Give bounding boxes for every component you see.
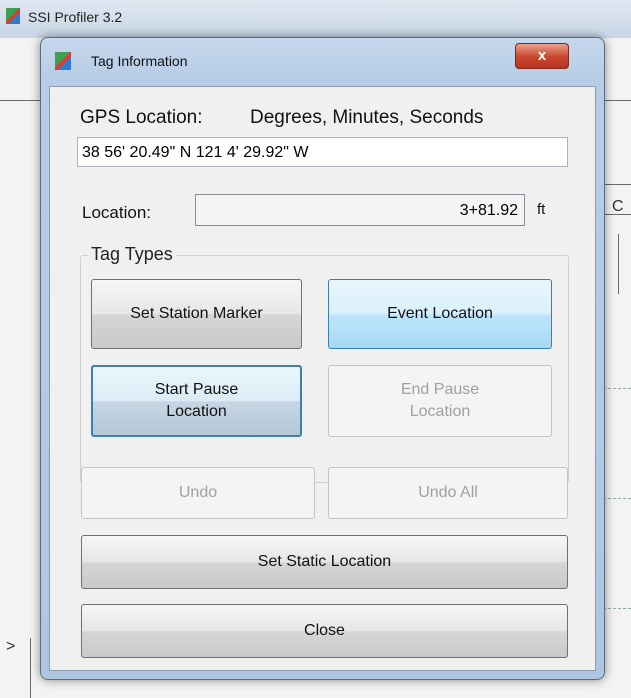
gps-location-field[interactable]: 38 56' 20.49" N 121 4' 29.92" W	[77, 137, 568, 167]
background-gridline	[603, 388, 631, 389]
background-marker: >	[6, 638, 16, 655]
start-pause-location-button[interactable]: Start Pause Location	[91, 365, 302, 437]
background-rule	[0, 100, 40, 101]
location-unit-label: ft	[537, 201, 546, 218]
set-static-location-button[interactable]: Set Static Location	[81, 535, 568, 589]
background-marker: C	[612, 198, 624, 215]
start-pause-label-line2: Location	[166, 403, 227, 420]
close-button[interactable]: Close	[81, 604, 568, 658]
close-label: Close	[304, 622, 345, 639]
undo-all-button[interactable]: Undo All	[328, 467, 568, 519]
end-pause-location-button[interactable]: End Pause Location	[328, 365, 552, 437]
location-field[interactable]: 3+81.92	[195, 194, 525, 226]
undo-all-label: Undo All	[418, 484, 478, 501]
background-rule	[30, 638, 31, 698]
app-title: SSI Profiler 3.2	[28, 9, 123, 25]
background-rule	[603, 100, 631, 101]
background-gridline	[603, 608, 631, 609]
set-static-location-label: Set Static Location	[257, 553, 392, 570]
undo-button[interactable]: Undo	[81, 467, 315, 519]
event-location-button[interactable]: Event Location	[328, 279, 552, 349]
start-pause-label-line1: Start Pause	[154, 381, 239, 398]
dialog-title: Tag Information	[91, 53, 188, 69]
end-pause-label-line2: Location	[409, 403, 471, 420]
location-label: Location:	[82, 203, 151, 222]
gps-format-label: Degrees, Minutes, Seconds	[250, 107, 484, 128]
close-icon: x	[537, 47, 547, 64]
background-gridline	[603, 498, 631, 499]
gps-location-label: GPS Location:	[80, 107, 203, 128]
background-rule	[618, 234, 619, 294]
undo-label: Undo	[178, 484, 218, 501]
tag-information-dialog: Tag Information x GPS Location: Degrees,…	[40, 37, 605, 680]
app-logo-icon	[55, 52, 71, 70]
app-titlebar: SSI Profiler 3.2	[0, 0, 631, 38]
set-station-marker-label: Set Station Marker	[130, 305, 263, 322]
background-rule	[603, 184, 631, 185]
tag-types-title: Tag Types	[88, 244, 176, 265]
dialog-client-area: GPS Location: Degrees, Minutes, Seconds …	[49, 86, 596, 671]
set-station-marker-button[interactable]: Set Station Marker	[91, 279, 302, 349]
event-location-label: Event Location	[387, 305, 493, 322]
end-pause-label-line1: End Pause	[400, 381, 480, 398]
close-window-button[interactable]: x	[515, 43, 569, 69]
app-logo-icon	[6, 8, 20, 24]
